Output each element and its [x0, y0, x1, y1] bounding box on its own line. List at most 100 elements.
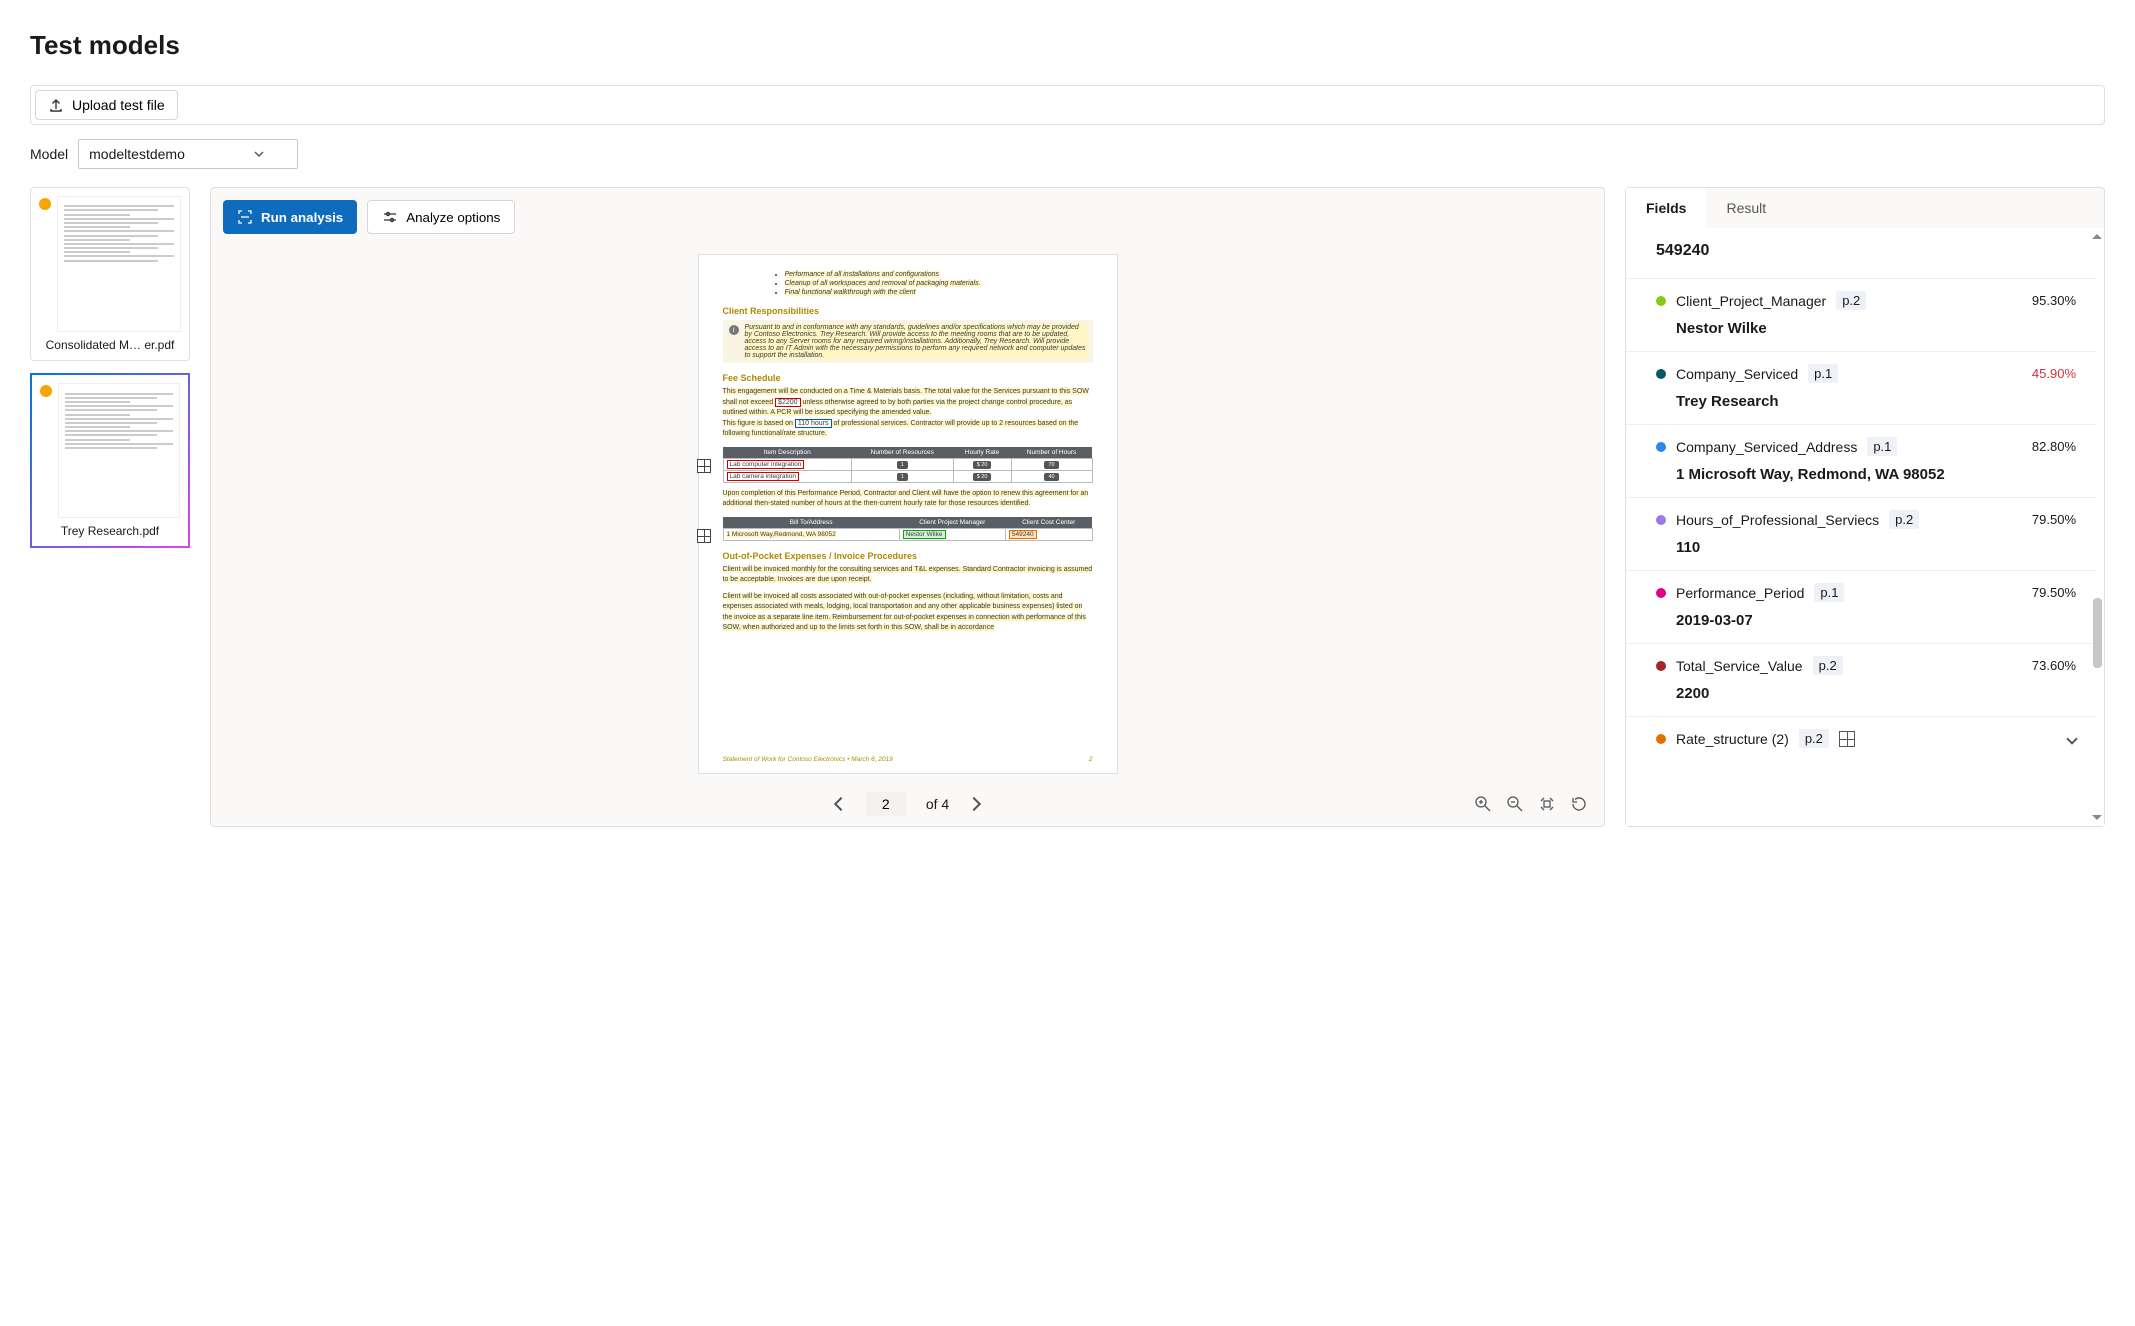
doc-paragraph: This figure is based on 110 hours of pro… [723, 419, 1093, 440]
field-name: Performance_Period [1676, 585, 1804, 601]
field-value: 1 Microsoft Way, Redmond, WA 98052 [1676, 466, 2076, 483]
thumbnail-preview [58, 383, 180, 517]
field-item[interactable]: Performance_Period p.1 79.50% 2019-03-07 [1626, 570, 2096, 643]
highlight-project-manager: Nestor Wilke [903, 530, 946, 539]
scroll-up-icon[interactable] [2092, 234, 2102, 239]
run-analysis-button[interactable]: Run analysis [223, 200, 357, 234]
tab-result[interactable]: Result [1706, 188, 1786, 228]
scan-icon [237, 209, 253, 225]
field-value: 2019-03-07 [1676, 612, 2076, 629]
top-toolbar: Upload test file [30, 85, 2105, 125]
next-page-button[interactable] [967, 797, 981, 811]
document-viewer: Run analysis Analyze options Performance… [210, 187, 1605, 827]
prev-page-button[interactable] [834, 797, 848, 811]
doc-paragraph: This engagement will be conducted on a T… [723, 387, 1093, 419]
thumbnail-name: Consolidated M… er.pdf [39, 338, 181, 352]
table-icon[interactable] [697, 529, 711, 543]
table-icon [1839, 731, 1855, 747]
zoom-out-icon[interactable] [1506, 795, 1524, 813]
doc-bullet: Performance of all installations and con… [785, 271, 939, 278]
chevron-down-icon [253, 148, 265, 160]
fit-icon[interactable] [1538, 795, 1556, 813]
chevron-down-icon[interactable] [2066, 733, 2077, 744]
scroll-down-icon[interactable] [2092, 815, 2102, 820]
field-color-dot-icon [1656, 661, 1666, 671]
field-item[interactable]: Hours_of_Professional_Serviecs p.2 79.50… [1626, 497, 2096, 570]
field-item[interactable]: Rate_structure (2) p.2 [1626, 716, 2096, 762]
doc-heading: Out-of-Pocket Expenses / Invoice Procedu… [723, 551, 1093, 561]
thumbnail-card[interactable]: Trey Research.pdf [30, 373, 190, 547]
doc-page-number: 2 [1089, 756, 1093, 763]
highlight-cost-center: 549240 [1009, 530, 1037, 539]
fields-list: 549240 Client_Project_Manager p.2 95.30%… [1626, 228, 2104, 826]
field-name: Client_Project_Manager [1676, 293, 1826, 309]
doc-bullet: Final functional walkthrough with the cl… [785, 289, 916, 296]
field-name: Hours_of_Professional_Serviecs [1676, 512, 1879, 528]
field-color-dot-icon [1656, 734, 1666, 744]
field-page-badge: p.1 [1808, 364, 1838, 383]
doc-paragraph: Pursuant to and in conformance with any … [745, 324, 1087, 359]
analyze-options-button[interactable]: Analyze options [367, 200, 515, 234]
field-name: Company_Serviced_Address [1676, 439, 1857, 455]
upload-label: Upload test file [72, 97, 165, 113]
doc-bullet: Cleanup of all workspaces and removal of… [785, 280, 981, 287]
doc-heading: Fee Schedule [723, 373, 1093, 383]
viewer-toolbar: Run analysis Analyze options [211, 188, 1604, 246]
highlight-total-value: $2200 [775, 398, 800, 407]
model-label: Model [30, 146, 68, 162]
fee-table: Item DescriptionNumber of ResourcesHourl… [723, 447, 1093, 483]
analyze-options-label: Analyze options [406, 210, 500, 225]
run-analysis-label: Run analysis [261, 210, 343, 225]
model-row: Model modeltestdemo [30, 139, 2105, 169]
thumbnail-list: Consolidated M… er.pdf Trey Research.pdf [30, 187, 190, 827]
field-page-badge: p.1 [1814, 583, 1844, 602]
model-select[interactable]: modeltestdemo [78, 139, 298, 169]
field-name: Rate_structure (2) [1676, 731, 1789, 747]
field-item[interactable]: Client_Project_Manager p.2 95.30% Nestor… [1626, 278, 2096, 351]
document-page: Performance of all installations and con… [698, 254, 1118, 774]
table-icon[interactable] [697, 459, 711, 473]
rotate-icon[interactable] [1570, 795, 1588, 813]
scrollbar-thumb[interactable] [2093, 598, 2102, 668]
billing-table: Bill To/AddressClient Project ManagerCli… [723, 517, 1093, 541]
highlight-hours: 110 hours [795, 419, 832, 428]
thumbnail-card[interactable]: Consolidated M… er.pdf [30, 187, 190, 361]
field-item[interactable]: Company_Serviced p.1 45.90% Trey Researc… [1626, 351, 2096, 424]
tab-fields[interactable]: Fields [1626, 188, 1706, 228]
field-value: 2200 [1676, 685, 2076, 702]
upload-test-file-button[interactable]: Upload test file [35, 90, 178, 120]
doc-heading: Client Responsibilities [723, 306, 1093, 316]
field-color-dot-icon [1656, 588, 1666, 598]
status-dot-icon [39, 198, 51, 210]
field-page-badge: p.2 [1813, 656, 1843, 675]
results-tabs: Fields Result [1626, 188, 2104, 228]
doc-paragraph: Upon completion of this Performance Peri… [723, 489, 1093, 510]
top-value: 549240 [1626, 228, 2096, 278]
field-page-badge: p.2 [1836, 291, 1866, 310]
zoom-in-icon[interactable] [1474, 795, 1492, 813]
field-value: Nestor Wilke [1676, 320, 2076, 337]
field-confidence: 45.90% [2032, 366, 2076, 381]
field-color-dot-icon [1656, 369, 1666, 379]
field-page-badge: p.1 [1867, 437, 1897, 456]
field-confidence: 79.50% [2032, 585, 2076, 600]
info-icon: i [729, 325, 739, 335]
field-name: Total_Service_Value [1676, 658, 1803, 674]
results-panel: Fields Result 549240 Client_Project_Mana… [1625, 187, 2105, 827]
viewer-pagination: of 4 [211, 782, 1604, 826]
page-total-label: of 4 [926, 796, 949, 812]
field-color-dot-icon [1656, 296, 1666, 306]
upload-icon [48, 97, 64, 113]
sliders-icon [382, 209, 398, 225]
thumbnail-name: Trey Research.pdf [40, 524, 180, 538]
field-item[interactable]: Company_Serviced_Address p.1 82.80% 1 Mi… [1626, 424, 2096, 497]
field-item[interactable]: Total_Service_Value p.2 73.60% 2200 [1626, 643, 2096, 716]
field-confidence: 82.80% [2032, 439, 2076, 454]
doc-paragraph: Client will be invoiced all costs associ… [723, 592, 1093, 634]
field-confidence: 79.50% [2032, 512, 2076, 527]
page-number-input[interactable] [866, 792, 906, 816]
field-page-badge: p.2 [1889, 510, 1919, 529]
field-confidence: 95.30% [2032, 293, 2076, 308]
field-name: Company_Serviced [1676, 366, 1798, 382]
model-select-value: modeltestdemo [89, 146, 185, 162]
